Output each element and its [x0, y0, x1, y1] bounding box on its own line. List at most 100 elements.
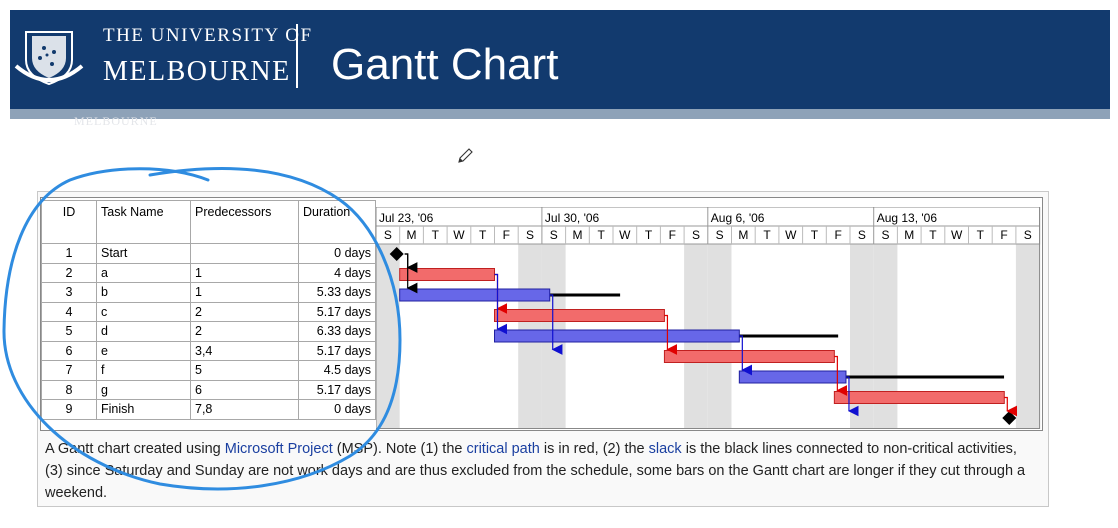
- cell-duration: 5.33 days: [298, 282, 376, 303]
- day-label: F: [834, 228, 841, 242]
- task-bar: [738, 370, 847, 384]
- day-label: F: [503, 228, 510, 242]
- cell-id: 3: [41, 282, 97, 303]
- day-label: M: [738, 228, 748, 242]
- table-row: 4 c 2 5.17 days: [41, 301, 376, 322]
- cell-task-name: b: [96, 282, 191, 303]
- page-title: Gantt Chart: [331, 40, 559, 89]
- cell-predecessors: 2: [190, 321, 299, 342]
- university-name-line1: THE UNIVERSITY OF: [103, 25, 313, 46]
- table-row: 7 f 5 4.5 days: [41, 360, 376, 381]
- day-label: T: [597, 228, 605, 242]
- cell-task-name: d: [96, 321, 191, 342]
- cell-id: 6: [41, 340, 97, 361]
- critical-task-bar: [399, 268, 496, 281]
- day-label: W: [619, 228, 631, 242]
- column-header-task-name: Task Name: [96, 200, 191, 244]
- table-header-row: ID Task Name Predecessors Duration: [41, 200, 376, 244]
- table-row: 6 e 3,4 5.17 days: [41, 340, 376, 361]
- weekend-shading: [376, 244, 400, 429]
- week-label: Jul 30, '06: [545, 211, 600, 225]
- logo-divider: [296, 24, 298, 88]
- cell-predecessors: 2: [190, 301, 299, 322]
- cell-id: 5: [41, 321, 97, 342]
- cell-duration: 5.17 days: [298, 379, 376, 400]
- day-label: S: [526, 228, 534, 242]
- cell-duration: 0 days: [298, 243, 376, 264]
- cell-duration: 0 days: [298, 399, 376, 420]
- day-label: S: [882, 228, 890, 242]
- day-label: W: [453, 228, 465, 242]
- university-crest-icon[interactable]: [14, 22, 84, 88]
- day-label: W: [785, 228, 797, 242]
- cell-task-name: f: [96, 360, 191, 381]
- cell-id: 1: [41, 243, 97, 264]
- week-label: Aug 13, '06: [877, 211, 938, 225]
- critical-task-bar: [494, 309, 665, 322]
- week-label: Aug 6, '06: [711, 211, 765, 225]
- cell-predecessors: 1: [190, 282, 299, 303]
- cell-task-name: a: [96, 262, 191, 283]
- cell-predecessors: 6: [190, 379, 299, 400]
- task-bar: [494, 329, 740, 343]
- cell-duration: 4.5 days: [298, 360, 376, 381]
- cell-id: 9: [41, 399, 97, 420]
- day-label: S: [1024, 228, 1032, 242]
- critical-task-bar: [833, 391, 1005, 404]
- cell-predecessors: [190, 243, 299, 264]
- table-row: 8 g 6 5.17 days: [41, 379, 376, 400]
- table-row: 9 Finish 7,8 0 days: [41, 399, 376, 420]
- caption-text: A Gantt chart created using: [45, 441, 225, 457]
- cell-task-name: c: [96, 301, 191, 322]
- cell-task-name: e: [96, 340, 191, 361]
- day-label: S: [550, 228, 558, 242]
- day-label: T: [977, 228, 985, 242]
- day-label: S: [692, 228, 700, 242]
- cell-task-name: g: [96, 379, 191, 400]
- day-label: T: [763, 228, 771, 242]
- cell-predecessors: 1: [190, 262, 299, 283]
- column-header-duration: Duration: [298, 200, 376, 244]
- cell-id: 7: [41, 360, 97, 381]
- day-label: S: [716, 228, 724, 242]
- day-label: T: [432, 228, 440, 242]
- week-label: Jul 23, '06: [379, 211, 434, 225]
- table-row: 2a14 days: [41, 262, 376, 283]
- cell-predecessors: 5: [190, 360, 299, 381]
- slack-link[interactable]: slack: [649, 441, 682, 457]
- day-label: T: [645, 228, 653, 242]
- column-header-predecessors: Predecessors: [190, 200, 299, 244]
- cell-id: 4: [41, 301, 97, 322]
- figure-caption: A Gantt chart created using Microsoft Pr…: [45, 438, 1035, 504]
- critical-path-link[interactable]: critical path: [467, 441, 540, 457]
- cell-id: 8: [41, 379, 97, 400]
- cell-duration: 4 days: [298, 262, 376, 283]
- table-row: 1 Start 0 days: [41, 243, 376, 264]
- day-label: F: [669, 228, 676, 242]
- microsoft-project-link[interactable]: Microsoft Project: [225, 441, 333, 457]
- cell-duration: 5.17 days: [298, 340, 376, 361]
- day-label: M: [572, 228, 582, 242]
- day-label: S: [384, 228, 392, 242]
- day-label: T: [929, 228, 937, 242]
- cell-predecessors: 3,4: [190, 340, 299, 361]
- day-label: F: [1000, 228, 1007, 242]
- day-label: M: [904, 228, 914, 242]
- caption-text: (MSP). Note (1) the: [332, 441, 467, 457]
- cell-task-name: Start: [96, 243, 191, 264]
- ghost-watermark-text: MELBOURNE: [74, 114, 158, 128]
- header-shadow-strip: [10, 109, 1110, 119]
- table-row: 3 b 1 5.33 days: [41, 282, 376, 303]
- weekend-shading: [1015, 244, 1040, 429]
- day-label: W: [951, 228, 963, 242]
- day-label: S: [858, 228, 866, 242]
- column-header-id: ID: [41, 200, 97, 244]
- task-bar: [399, 288, 551, 302]
- pencil-cursor-icon: [458, 148, 473, 163]
- cell-duration: 5.17 days: [298, 301, 376, 322]
- task-table: ID Task Name Predecessors Duration 1 Star…: [41, 200, 376, 420]
- caption-text: is in red, (2) the: [539, 441, 649, 457]
- critical-task-bar: [663, 350, 835, 363]
- cell-predecessors: 7,8: [190, 399, 299, 420]
- cell-id: 2: [41, 262, 97, 283]
